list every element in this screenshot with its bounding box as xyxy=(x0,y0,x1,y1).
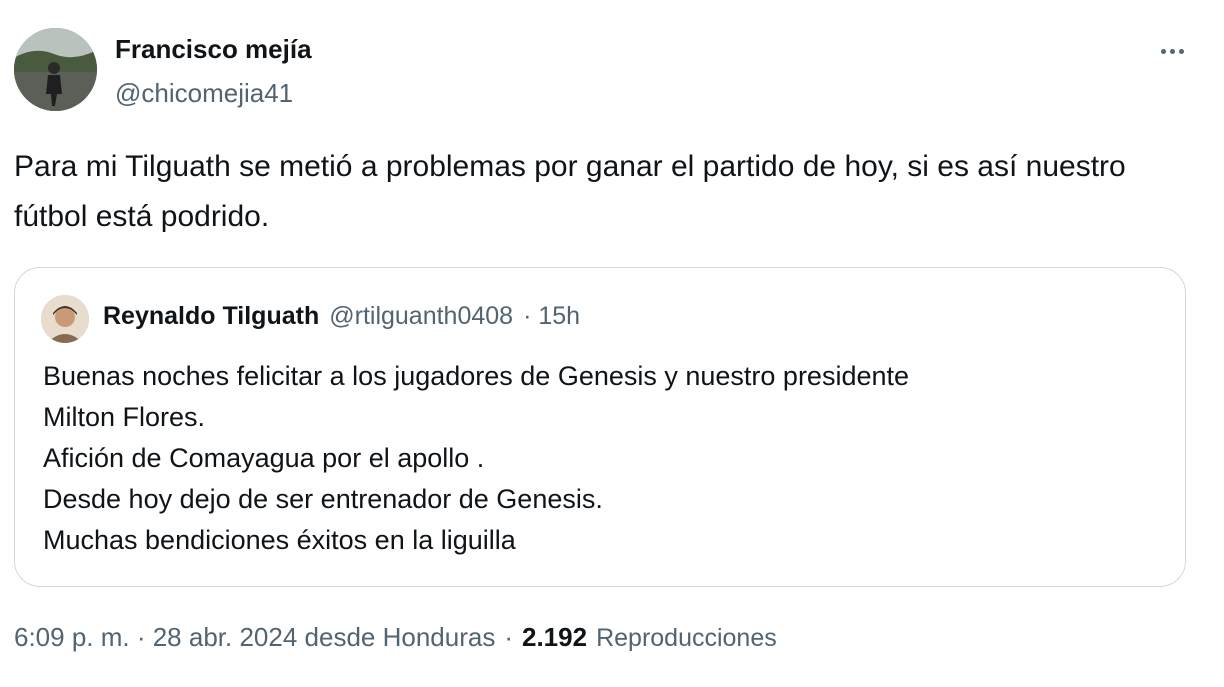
tweet-text: Para mi Tilguath se metió a problemas po… xyxy=(14,150,1126,233)
tweet-metadata: 6:09 p. m. · 28 abr. 2024 desde Honduras… xyxy=(14,622,777,653)
more-horizontal-icon xyxy=(1178,48,1184,54)
quoted-tweet-line: Buenas noches felicitar a los jugadores … xyxy=(43,361,910,391)
quoted-author-avatar-image xyxy=(41,295,89,343)
views-label: Reproducciones xyxy=(596,624,777,652)
author-name[interactable]: Francisco mejía xyxy=(115,34,312,65)
meta-separator: · xyxy=(504,622,513,652)
quoted-tweet-line: Afición de Comayagua por el apollo . xyxy=(43,443,485,473)
tweet-timestamp-location[interactable]: 6:09 p. m. · 28 abr. 2024 desde Honduras xyxy=(14,622,495,653)
quoted-tweet-line: Desde hoy dejo de ser entrenador de Gene… xyxy=(43,484,603,514)
author-avatar[interactable] xyxy=(14,28,97,111)
author-handle[interactable]: @chicomejia41 xyxy=(115,78,293,109)
quoted-author-handle[interactable]: @rtilguanth0408 xyxy=(329,302,513,331)
quoted-author-name[interactable]: Reynaldo Tilguath xyxy=(103,302,319,331)
quoted-tweet-header: Reynaldo Tilguath @rtilguanth0408 · 15h xyxy=(103,302,580,331)
author-avatar-image xyxy=(14,28,97,111)
views-count: 2.192 xyxy=(522,622,588,652)
quoted-tweet-text: Buenas noches felicitar a los jugadores … xyxy=(43,356,1153,561)
quoted-tweet-card[interactable]: Reynaldo Tilguath @rtilguanth0408 · 15h … xyxy=(14,267,1186,587)
quoted-tweet-line: Muchas bendiciones éxitos en la liguilla xyxy=(43,525,516,555)
quoted-author-avatar[interactable] xyxy=(41,295,89,343)
quoted-tweet-time[interactable]: · 15h xyxy=(523,302,580,331)
more-horizontal-icon xyxy=(1169,48,1175,54)
more-horizontal-icon xyxy=(1160,48,1166,54)
quoted-tweet-line: Milton Flores. xyxy=(43,402,206,432)
tweet: Francisco mejía @chicomejia41 Para mi Ti… xyxy=(0,0,1224,687)
more-options-button[interactable] xyxy=(1150,34,1194,68)
